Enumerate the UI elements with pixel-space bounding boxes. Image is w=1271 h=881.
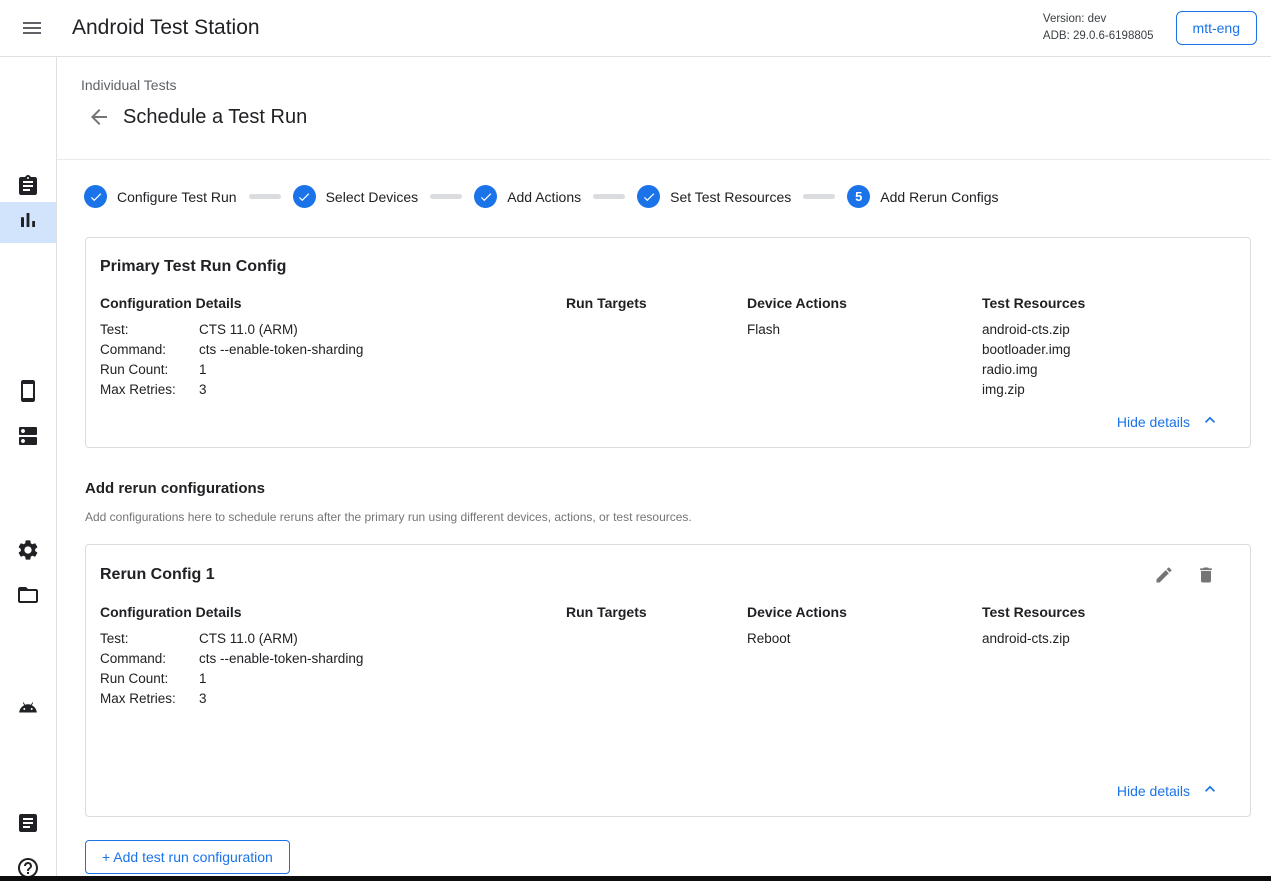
- run-targets-column: Run Targets: [566, 295, 747, 400]
- detail-row: Max Retries: 3: [100, 380, 566, 400]
- rerun-section-title: Add rerun configurations: [85, 480, 1271, 497]
- hide-details-link[interactable]: Hide details: [1113, 406, 1234, 437]
- detail-row: Command: cts --enable-token-sharding: [100, 340, 566, 360]
- device-actions-column: Device Actions Flash: [747, 295, 982, 400]
- main-content: Individual Tests Schedule a Test Run Con…: [57, 57, 1271, 881]
- hide-details-link[interactable]: Hide details: [1113, 775, 1234, 806]
- delete-trash-icon[interactable]: [1196, 565, 1216, 585]
- clipboard-icon: [16, 174, 40, 203]
- run-targets-column: Run Targets: [566, 604, 747, 709]
- column-header: Device Actions: [747, 604, 982, 620]
- column-header: Run Targets: [566, 295, 747, 311]
- step-label: Add Actions: [507, 189, 581, 205]
- app-root: Android Test Station Version: dev ADB: 2…: [0, 0, 1271, 881]
- column-header: Run Targets: [566, 604, 747, 620]
- gear-icon: [16, 538, 40, 567]
- step-connector: [593, 194, 625, 199]
- folder-icon: [16, 583, 40, 612]
- page-head: Individual Tests Schedule a Test Run: [57, 57, 1271, 160]
- detail-row: Test: CTS 11.0 (ARM): [100, 320, 566, 340]
- server-icon: [16, 424, 40, 453]
- detail-row: Command: cts --enable-token-sharding: [100, 649, 566, 669]
- step-label: Configure Test Run: [117, 189, 237, 205]
- smartphone-icon: [16, 379, 40, 408]
- version-info: Version: dev ADB: 29.0.6-6198805: [1043, 11, 1154, 44]
- card-title: Rerun Config 1: [100, 566, 215, 584]
- detail-row: Max Retries: 3: [100, 689, 566, 709]
- back-arrow-icon[interactable]: [87, 105, 111, 129]
- step-label: Select Devices: [326, 189, 419, 205]
- test-resource-item: android-cts.zip: [982, 320, 1234, 340]
- bar-chart-icon: [16, 208, 40, 237]
- column-header: Configuration Details: [100, 604, 566, 620]
- rerun-section-description: Add configurations here to schedule reru…: [85, 510, 1271, 524]
- sidebar: [0, 57, 57, 881]
- column-header: Configuration Details: [100, 295, 566, 311]
- device-action-item: Flash: [747, 320, 982, 340]
- step-connector: [803, 194, 835, 199]
- adb-version-line: ADB: 29.0.6-6198805: [1043, 28, 1154, 45]
- check-circle-icon: [84, 185, 107, 208]
- sidebar-item-devices[interactable]: [0, 373, 56, 413]
- add-test-run-configuration-button[interactable]: + Add test run configuration: [85, 840, 290, 874]
- stepper: Configure Test Run Select Devices Add Ac…: [84, 185, 1271, 208]
- step-connector: [249, 194, 281, 199]
- account-button[interactable]: mtt-eng: [1176, 11, 1257, 45]
- version-line: Version: dev: [1043, 11, 1154, 28]
- column-header: Device Actions: [747, 295, 982, 311]
- step-label: Add Rerun Configs: [880, 189, 998, 205]
- hamburger-menu-icon[interactable]: [18, 14, 46, 42]
- device-action-item: Reboot: [747, 629, 982, 649]
- chevron-up-icon: [1190, 779, 1220, 802]
- column-header: Test Resources: [982, 604, 1234, 620]
- sidebar-item-test-runs[interactable]: [0, 202, 56, 243]
- step-number-badge: 5: [847, 185, 870, 208]
- detail-row: Run Count: 1: [100, 360, 566, 380]
- edit-pencil-icon[interactable]: [1154, 565, 1174, 585]
- document-icon: [16, 811, 40, 840]
- check-circle-icon: [293, 185, 316, 208]
- stepper-step-add-actions[interactable]: Add Actions: [474, 185, 581, 208]
- stepper-step-add-rerun-configs[interactable]: 5 Add Rerun Configs: [847, 185, 998, 208]
- device-actions-column: Device Actions Reboot: [747, 604, 982, 709]
- app-title: Android Test Station: [72, 16, 260, 40]
- card-title: Primary Test Run Config: [100, 258, 286, 276]
- rerun-config-card: Rerun Config 1 Configuration Details Tes…: [85, 544, 1251, 817]
- app-header: Android Test Station Version: dev ADB: 2…: [0, 0, 1271, 57]
- android-robot-icon: [16, 696, 40, 725]
- check-circle-icon: [474, 185, 497, 208]
- configuration-details-column: Configuration Details Test: CTS 11.0 (AR…: [100, 604, 566, 709]
- stepper-step-set-test-resources[interactable]: Set Test Resources: [637, 185, 791, 208]
- configuration-details-column: Configuration Details Test: CTS 11.0 (AR…: [100, 295, 566, 400]
- test-resource-item: img.zip: [982, 380, 1234, 400]
- column-header: Test Resources: [982, 295, 1234, 311]
- primary-config-card: Primary Test Run Config Configuration De…: [85, 237, 1251, 448]
- chevron-up-icon: [1190, 410, 1220, 433]
- test-resource-item: bootloader.img: [982, 340, 1234, 360]
- test-resources-column: Test Resources android-cts.zip bootloade…: [982, 295, 1234, 400]
- page-title: Schedule a Test Run: [123, 106, 307, 129]
- test-resources-column: Test Resources android-cts.zip: [982, 604, 1234, 709]
- breadcrumb: Individual Tests: [81, 77, 1271, 93]
- test-resource-item: android-cts.zip: [982, 629, 1234, 649]
- sidebar-item-hosts[interactable]: [0, 418, 56, 458]
- stepper-step-select-devices[interactable]: Select Devices: [293, 185, 419, 208]
- sidebar-item-android[interactable]: [0, 690, 56, 730]
- step-label: Set Test Resources: [670, 189, 791, 205]
- check-circle-icon: [637, 185, 660, 208]
- bottom-black-bar: [0, 876, 1271, 881]
- detail-row: Test: CTS 11.0 (ARM): [100, 629, 566, 649]
- stepper-step-configure-test-run[interactable]: Configure Test Run: [84, 185, 237, 208]
- sidebar-item-settings[interactable]: [0, 532, 56, 572]
- step-connector: [430, 194, 462, 199]
- test-resource-item: radio.img: [982, 360, 1234, 380]
- sidebar-item-docs[interactable]: [0, 805, 56, 845]
- sidebar-item-file-browser[interactable]: [0, 577, 56, 617]
- detail-row: Run Count: 1: [100, 669, 566, 689]
